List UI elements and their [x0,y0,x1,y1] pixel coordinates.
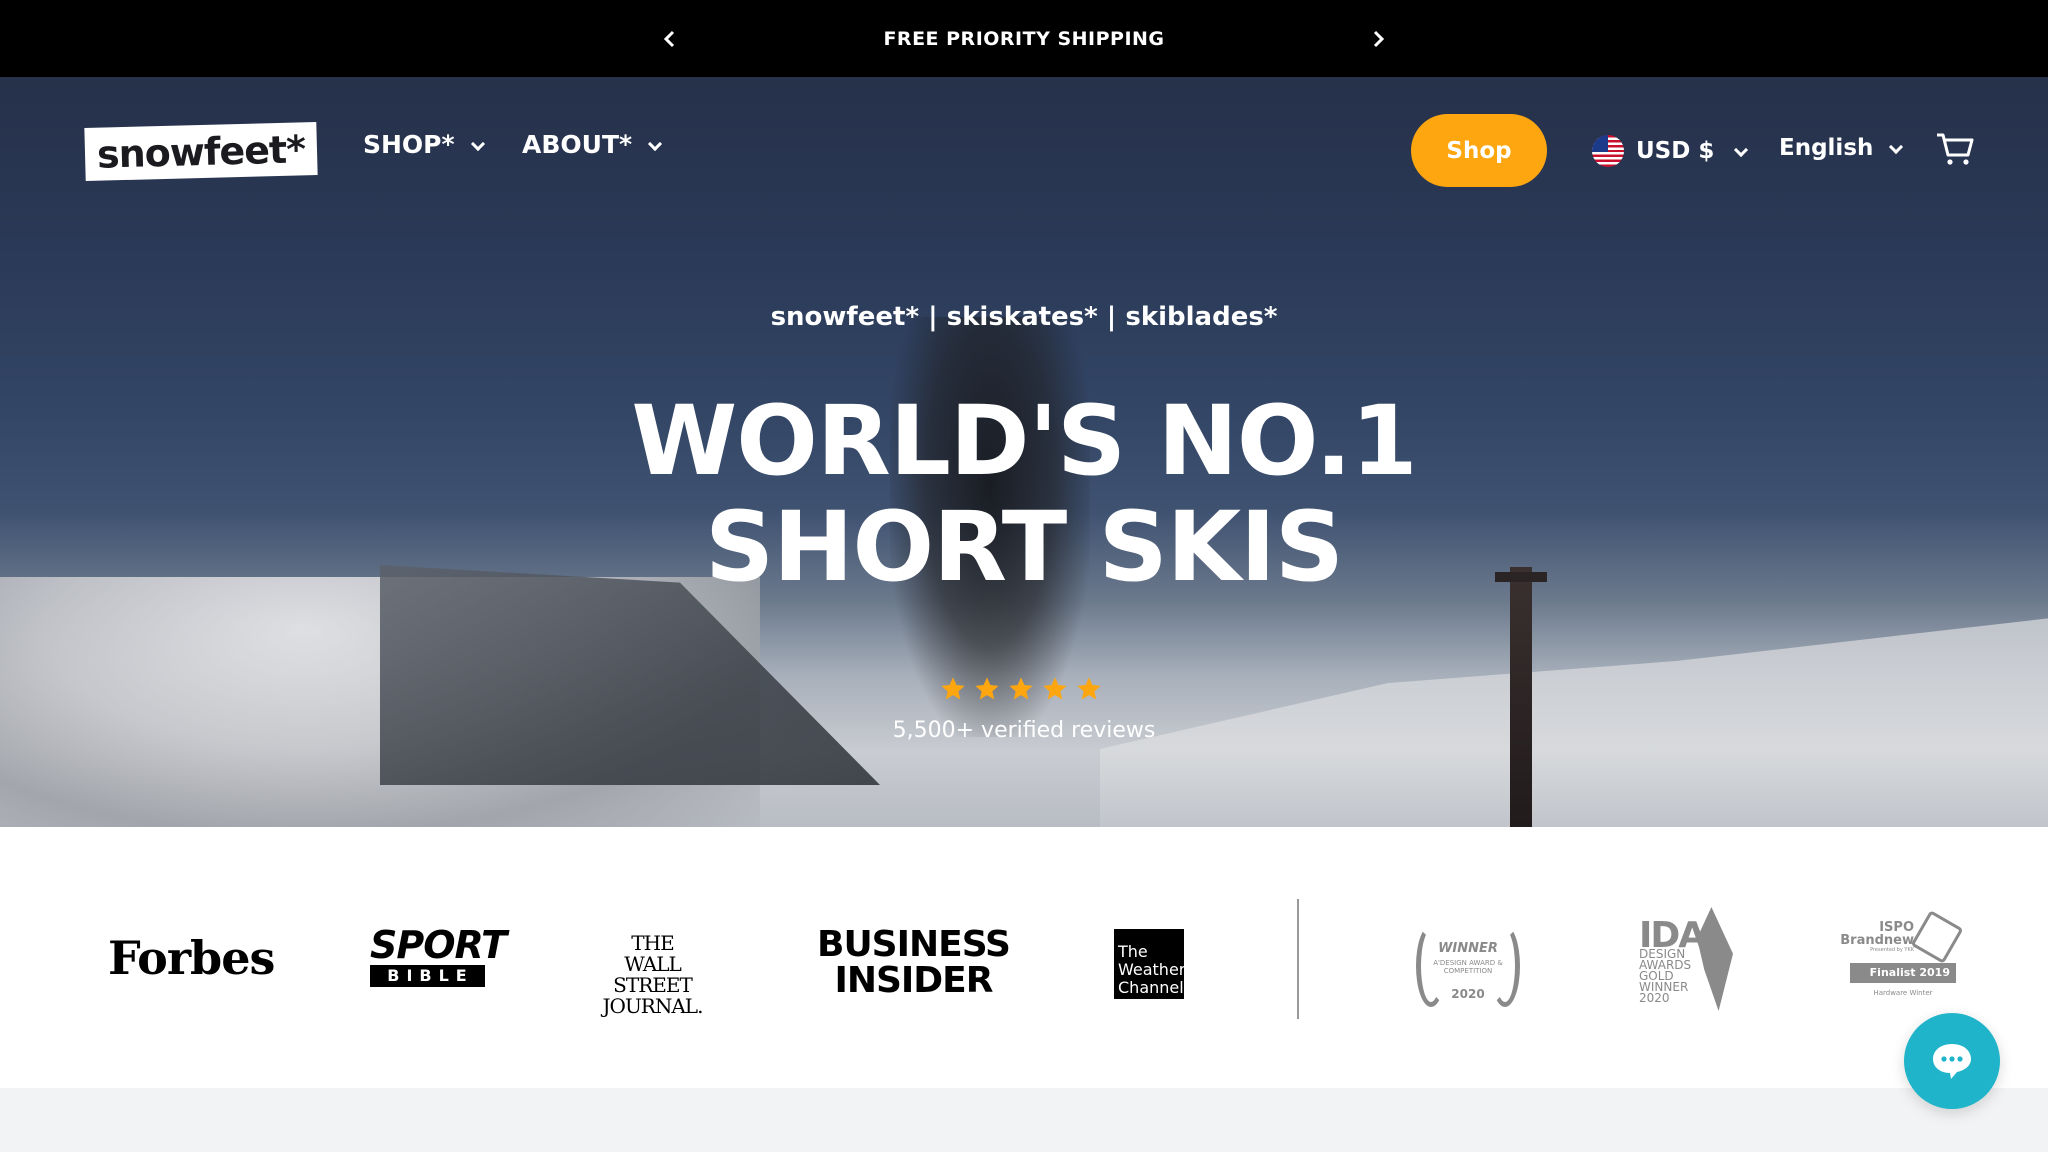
announcement-text: FREE PRIORITY SHIPPING [883,27,1165,50]
site-logo[interactable]: snowfeet* [84,121,318,182]
chevron-left-icon [663,30,675,48]
ida-text: DESIGN AWARDS GOLD WINNER 2020 [1639,948,1691,1005]
star-icon [1006,674,1036,704]
chevron-down-icon [470,136,485,151]
currency-label: USD $ [1636,138,1715,164]
chevron-right-icon [1373,30,1385,48]
ispo-presented: Presented by YKK [1870,947,1914,953]
sport-bible-logo: SPORT BIBLE [370,923,507,987]
ispo-title: ISPO Brandnew [1840,921,1914,947]
chevron-down-icon [1734,142,1749,158]
press-divider [1297,899,1299,1019]
nav-about-label: ABOUT* [522,130,633,159]
nav-about[interactable]: ABOUT* [522,130,663,159]
wsj-line1: THE [631,931,674,955]
shop-button[interactable]: Shop [1411,114,1547,187]
ispo-cube-icon [1910,910,1964,964]
hero-headline-line2: SHORT SKIS [705,491,1344,603]
chat-button[interactable] [1904,1013,2000,1109]
chevron-down-icon [648,136,663,151]
logo-text: snowfeet* [96,126,306,177]
award-title: WINNER [1438,941,1498,956]
hero-lift-pylon [1510,567,1532,827]
sport-bible-bottom: BIBLE [370,965,485,987]
star-icon [972,674,1002,704]
language-label: English [1779,135,1874,161]
ispo-award-badge: ISPO Brandnew Presented by YKK Finalist … [1840,910,1964,1017]
reviews-count: 5,500+ verified reviews [892,718,1156,743]
adesign-award-badge: WINNER A'DESIGN AWARD & COMPETITION 2020 [1410,915,1526,1011]
cart-icon [1937,133,1974,165]
press-logos: Forbes SPORT BIBLE THE WALL STREET JOURN… [0,827,2048,1088]
hero-headline-line1: WORLD'S NO.1 [631,385,1417,497]
twc-line2: Weather [1118,960,1186,979]
chevron-down-icon [1889,139,1904,155]
hero-headline: WORLD'S NO.1 SHORT SKIS [0,388,2048,600]
star-icon [1040,674,1070,704]
us-flag-icon [1592,135,1624,167]
ida-award-badge: IDA DESIGN AWARDS GOLD WINNER 2020 [1637,907,1737,1017]
language-selector[interactable]: English [1779,135,1904,161]
sport-bible-top: SPORT [370,923,507,967]
weather-channel-logo: The Weather Channel [1114,929,1186,999]
award-year: 2020 [1451,987,1485,1001]
chat-bubble-icon [1933,1044,1971,1079]
nav-shop[interactable]: SHOP* [363,130,485,159]
bi-line1: BUSINESS [817,924,1011,965]
twc-line3: Channel [1118,978,1184,997]
ispo-line2: Brandnew [1840,933,1914,948]
nav-shop-label: SHOP* [363,130,455,159]
wsj-line3: JOURNAL. [602,994,704,1018]
business-insider-logo: BUSINESS INSIDER [817,924,1011,1001]
currency-selector[interactable]: USD $ [1592,135,1749,167]
ida-line5: 2020 [1639,991,1670,1005]
cart-button[interactable] [1935,131,1975,167]
wsj-logo: THE WALL STREET JOURNAL. [595,933,710,1017]
star-icon [1074,674,1104,704]
bi-line2: INSIDER [834,960,993,1001]
wsj-line2: WALL STREET [613,952,693,997]
rating-stars [938,674,1104,704]
forbes-logo: Forbes [108,931,275,985]
award-subtitle: A'DESIGN AWARD & COMPETITION [1433,959,1503,975]
twc-line1: The [1118,942,1148,961]
ispo-category: Hardware Winter [1873,989,1933,997]
star-icon [938,674,968,704]
announcement-prev-button[interactable] [655,24,685,54]
hero-tagline: snowfeet* | skiskates* | skiblades* [770,302,1278,332]
ispo-finalist: Finalist 2019 [1850,963,1956,983]
announcement-bar: FREE PRIORITY SHIPPING [0,0,2048,77]
announcement-next-button[interactable] [1363,24,1393,54]
